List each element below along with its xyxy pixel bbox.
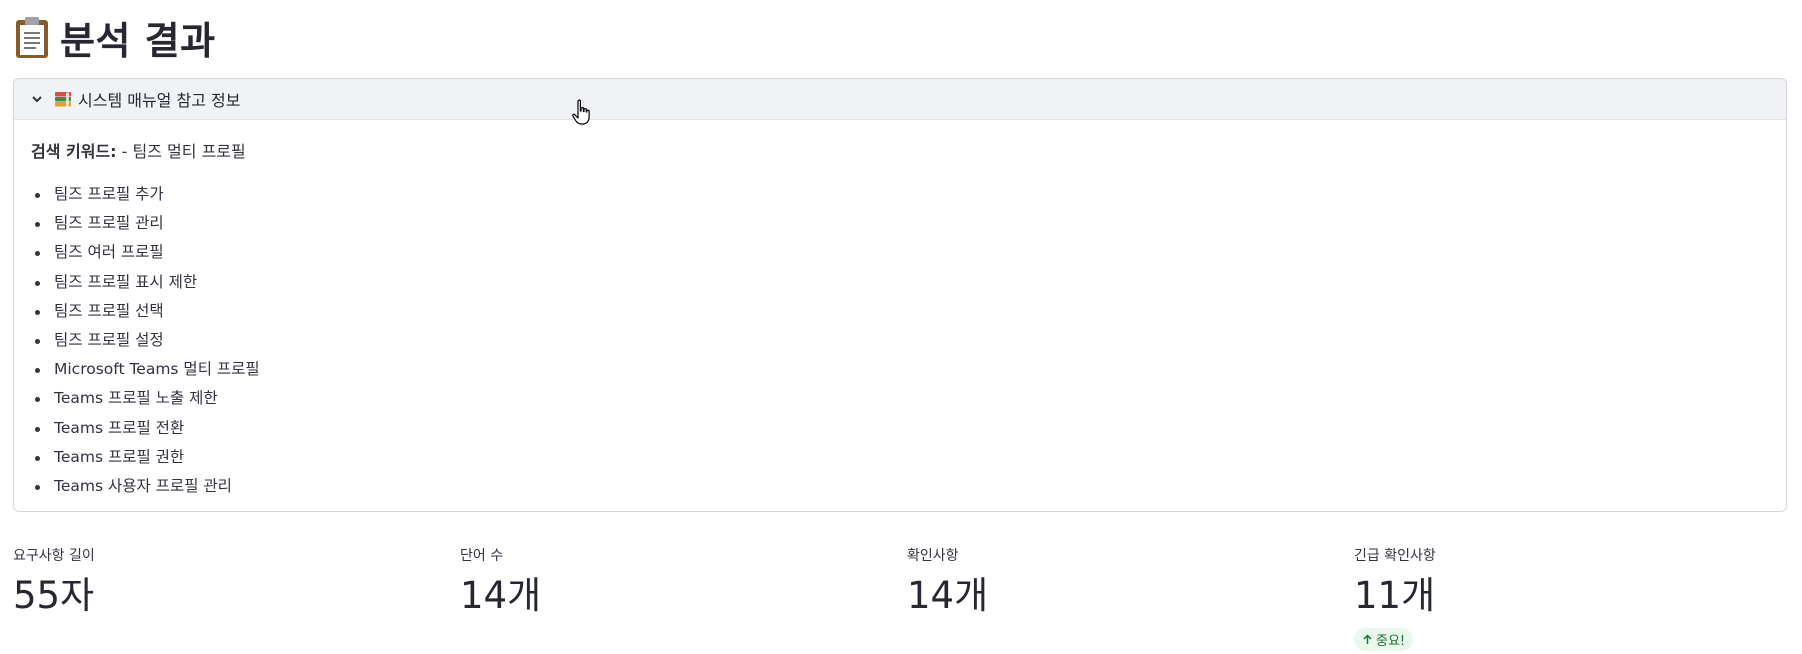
metrics-row: 요구사항 길이 55자 단어 수 14개 확인사항 14개 긴급 확인사항 11… [13, 545, 1801, 651]
list-item: Teams 프로필 노출 제한 [35, 384, 1769, 413]
books-icon [55, 92, 71, 107]
list-item: 팀즈 프로필 관리 [35, 209, 1769, 238]
metric-value: 11개 [1354, 574, 1436, 617]
page-title-text: 분석 결과 [60, 18, 216, 63]
metric-value: 55자 [13, 574, 95, 617]
arrow-up-icon [1363, 634, 1372, 644]
keyword-list: 팀즈 프로필 추가 팀즈 프로필 관리 팀즈 여러 프로필 팀즈 프로필 표시 … [31, 180, 1769, 501]
list-item: 팀즈 프로필 선택 [35, 297, 1769, 326]
metric-label: 요구사항 길이 [13, 548, 95, 564]
list-item: Teams 프로필 권한 [35, 443, 1769, 472]
metric-label: 긴급 확인사항 [1354, 548, 1436, 564]
list-item: Teams 사용자 프로필 관리 [35, 472, 1769, 501]
keywords-inline: - 팀즈 멀티 프로필 [121, 142, 246, 161]
list-item: 팀즈 프로필 추가 [35, 180, 1769, 209]
keywords-line: 검색 키워드: - 팀즈 멀티 프로필 [31, 138, 1769, 162]
metric-check-items: 확인사항 14개 [907, 545, 1354, 651]
metric-label: 단어 수 [460, 548, 504, 564]
expander-body: 검색 키워드: - 팀즈 멀티 프로필 팀즈 프로필 추가 팀즈 프로필 관리 … [14, 120, 1786, 501]
list-item: Microsoft Teams 멀티 프로필 [35, 355, 1769, 384]
chevron-down-icon [32, 96, 42, 103]
metric-urgent-check-items: 긴급 확인사항 11개 중요! [1354, 545, 1801, 651]
list-item: 팀즈 프로필 표시 제한 [35, 268, 1769, 297]
metric-value: 14개 [460, 574, 542, 617]
metric-delta-badge: 중요! [1354, 628, 1414, 651]
metric-delta-text: 중요! [1376, 634, 1406, 649]
list-item: 팀즈 프로필 설정 [35, 326, 1769, 355]
metric-label: 확인사항 [907, 548, 959, 564]
list-item: 팀즈 여러 프로필 [35, 238, 1769, 267]
metric-value: 14개 [907, 574, 989, 617]
list-item: Teams 프로필 전환 [35, 414, 1769, 443]
clipboard-icon [16, 17, 48, 58]
keywords-label: 검색 키워드: [31, 142, 117, 161]
manual-reference-expander: 시스템 매뉴얼 참고 정보 검색 키워드: - 팀즈 멀티 프로필 팀즈 프로필… [13, 78, 1787, 512]
metric-word-count: 단어 수 14개 [460, 545, 907, 651]
metric-requirement-length: 요구사항 길이 55자 [13, 545, 460, 651]
expander-header[interactable]: 시스템 매뉴얼 참고 정보 [14, 79, 1786, 120]
expander-title: 시스템 매뉴얼 참고 정보 [78, 91, 241, 110]
page-title: 분석 결과 [14, 12, 216, 63]
